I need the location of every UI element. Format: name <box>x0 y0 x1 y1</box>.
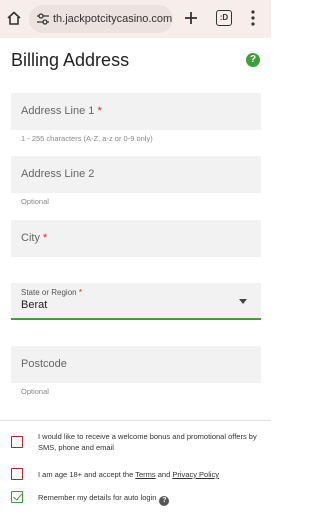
terms-link[interactable]: Terms <box>135 470 155 479</box>
browser-toolbar: th.jackpotcitycasino.com :D <box>0 0 271 38</box>
plus-icon[interactable] <box>182 9 200 27</box>
remember-details-label: Remember my details for auto login? <box>38 492 263 506</box>
postcode-label: Postcode <box>21 358 67 370</box>
help-icon[interactable]: ? <box>246 53 260 67</box>
tabs-icon[interactable]: :D <box>216 10 232 26</box>
page-title: Billing Address <box>11 50 130 70</box>
postcode-field[interactable]: Postcode <box>11 346 261 383</box>
state-region-value: Berat <box>21 299 48 311</box>
dropdown-caret-icon <box>239 299 247 304</box>
url-text[interactable]: th.jackpotcitycasino.com <box>53 12 172 26</box>
tune-icon[interactable] <box>36 12 50 26</box>
promo-checkbox-label: I would like to receive a welcome bonus … <box>38 432 257 452</box>
age-terms-checkbox[interactable] <box>11 468 23 480</box>
city-field[interactable]: City * <box>11 220 261 257</box>
kebab-menu-icon[interactable] <box>250 9 256 27</box>
postcode-hint: Optional <box>21 387 49 396</box>
address-bar[interactable]: th.jackpotcitycasino.com <box>29 5 173 33</box>
address-line-2-label: Address Line 2 <box>21 168 95 180</box>
city-label: City * <box>21 232 48 244</box>
state-region-select[interactable]: State or Region * Berat <box>11 283 261 320</box>
address-line-2-field[interactable]: Address Line 2 <box>11 156 261 193</box>
remember-details-checkbox[interactable] <box>11 491 23 503</box>
state-region-label: State or Region * <box>21 288 82 297</box>
promo-checkbox[interactable] <box>11 436 23 448</box>
address-line-1-label: Address Line 1 * <box>21 105 102 117</box>
address-line-1-hint: 1 - 255 characters (A-Z, a-z or 0-9 only… <box>21 134 153 143</box>
help-question-icon[interactable]: ? <box>159 496 170 506</box>
divider <box>0 420 271 421</box>
home-icon[interactable] <box>6 10 22 26</box>
address-line-1-field[interactable]: Address Line 1 * <box>11 93 261 130</box>
privacy-policy-link[interactable]: Privacy Policy <box>172 470 219 479</box>
address-line-2-hint: Optional <box>21 197 49 206</box>
age-terms-label: I am age 18+ and accept the Terms and Pr… <box>38 470 220 479</box>
